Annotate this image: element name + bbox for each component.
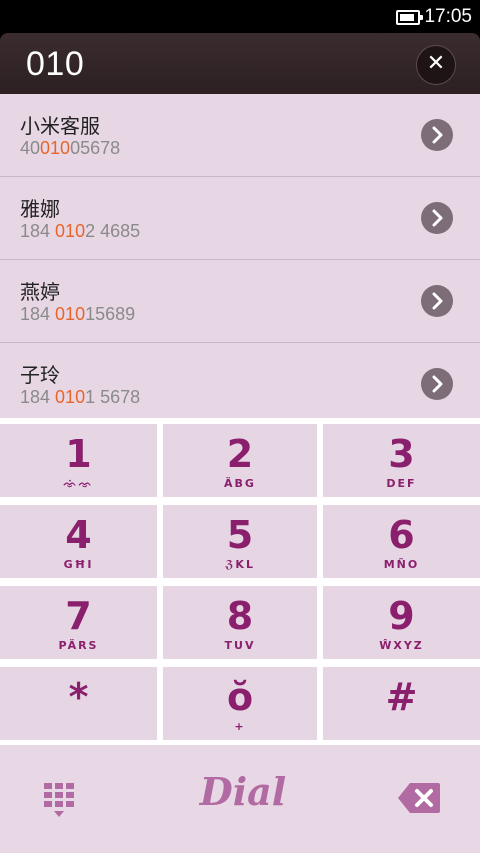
list-item[interactable]: 子玲 184 0101 5678 [0, 343, 480, 418]
chevron-right-icon[interactable] [421, 202, 453, 234]
key-digit: 7 [65, 594, 92, 638]
key-6[interactable]: 6 MÑO [323, 505, 480, 578]
key-digit: 6 [388, 513, 415, 557]
key-letters: ŴXYZ [379, 639, 424, 652]
bottom-action-bar: Dial [0, 745, 480, 853]
contact-name: 小米客服 [20, 114, 100, 138]
key-letters: DEF [386, 477, 417, 490]
key-digit: 1 [65, 432, 92, 476]
key-3[interactable]: 3 DEF [323, 424, 480, 497]
key-digit: ŏ [226, 675, 254, 719]
key-4[interactable]: 4 GĦI [0, 505, 157, 578]
key-digit: * [68, 675, 89, 719]
chevron-right-icon[interactable] [421, 285, 453, 317]
key-digit: # [385, 675, 418, 719]
key-letters: ℨKL [225, 558, 255, 571]
key-letters: + [234, 720, 246, 733]
contact-name: 燕婷 [20, 280, 60, 304]
key-letters: ÄBG [224, 477, 256, 490]
key-letters: MÑO [383, 558, 420, 571]
chevron-right-icon[interactable] [421, 119, 453, 151]
number-match: 010 [55, 387, 86, 407]
battery-fill [400, 14, 415, 21]
key-1[interactable]: 1 ᨎᨗᨎ [0, 424, 157, 497]
contact-number: 4001005678 [20, 138, 121, 158]
list-item[interactable]: 小米客服 4001005678 [0, 94, 480, 177]
number-match: 010 [40, 138, 71, 158]
dial-input-header: 010 ✕ [0, 33, 480, 94]
dialed-number[interactable]: 010 [26, 45, 84, 84]
key-letters: PÄRS [58, 639, 99, 652]
key-digit: 8 [226, 594, 254, 638]
status-bar: 17:05 [0, 0, 480, 33]
key-letters: GĦI [63, 558, 94, 571]
key-star[interactable]: * [0, 667, 157, 740]
key-digit: 2 [226, 432, 254, 476]
number-match: 010 [55, 304, 86, 324]
key-digit: 4 [65, 513, 92, 557]
chevron-right-icon[interactable] [421, 368, 453, 400]
key-8[interactable]: 8 TUV [163, 586, 317, 659]
number-match: 010 [55, 221, 86, 241]
dial-button[interactable]: Dial [188, 769, 298, 814]
list-item[interactable]: 雅娜 184 0102 4685 [0, 177, 480, 260]
status-time: 17:05 [424, 6, 472, 27]
dialpad-toggle-icon[interactable] [44, 783, 74, 817]
contact-number: 184 01015689 [20, 304, 136, 324]
battery-icon [396, 10, 423, 25]
contact-number: 184 0102 4685 [20, 221, 141, 241]
key-0[interactable]: ŏ + [163, 667, 317, 740]
key-letters: ᨎᨗᨎ [63, 477, 94, 490]
key-digit: 5 [226, 513, 254, 557]
clear-button[interactable]: ✕ [416, 45, 456, 85]
contact-name: 雅娜 [20, 197, 60, 221]
key-2[interactable]: 2 ÄBG [163, 424, 317, 497]
backspace-icon[interactable] [398, 783, 440, 813]
key-digit: 9 [388, 594, 415, 638]
contact-results-list: 小米客服 4001005678 雅娜 184 0102 4685 燕婷 184 … [0, 94, 480, 418]
dial-keypad: 1 ᨎᨗᨎ 2 ÄBG 3 DEF 4 GĦI 5 ℨKL 6 MÑO 7 PÄRS 8 TUV… [0, 418, 480, 745]
key-hash[interactable]: # [323, 667, 480, 740]
key-letters: TUV [224, 639, 256, 652]
close-icon: ✕ [426, 51, 446, 76]
key-digit: 3 [388, 432, 415, 476]
key-5[interactable]: 5 ℨKL [163, 505, 317, 578]
list-item[interactable]: 燕婷 184 01015689 [0, 260, 480, 343]
key-7[interactable]: 7 PÄRS [0, 586, 157, 659]
contact-name: 子玲 [20, 363, 60, 387]
key-9[interactable]: 9 ŴXYZ [323, 586, 480, 659]
contact-number: 184 0101 5678 [20, 387, 141, 407]
